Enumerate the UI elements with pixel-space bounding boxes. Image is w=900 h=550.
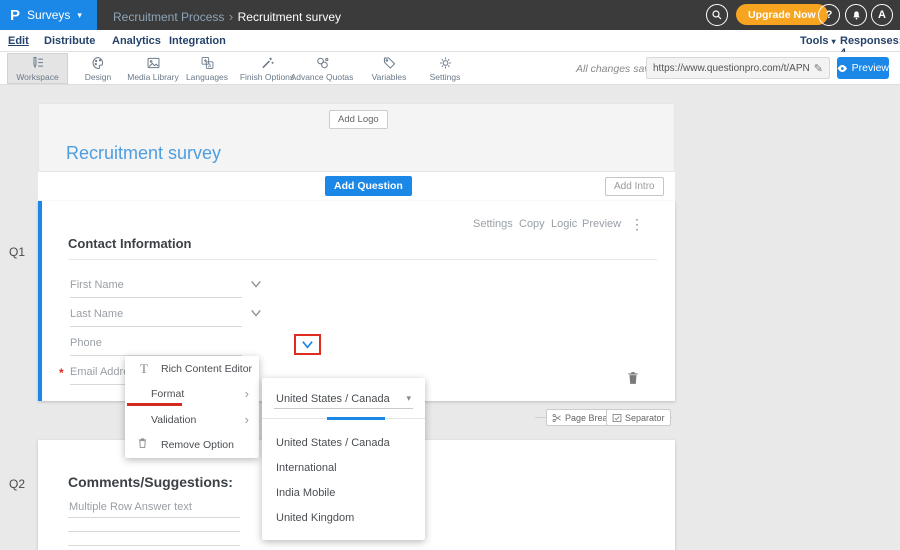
- menu-item-format[interactable]: Format ›: [125, 381, 259, 406]
- answer-underline: [68, 517, 240, 518]
- question-mark-icon: ?: [826, 9, 833, 21]
- q1-question-text[interactable]: Contact Information: [68, 236, 192, 251]
- avatar-initial: A: [878, 9, 886, 21]
- q1-copy-action[interactable]: Copy: [519, 218, 545, 230]
- breadcrumb-current: Recruitment survey: [238, 10, 341, 24]
- product-name: Surveys: [27, 8, 70, 22]
- question-number-q2: Q2: [9, 477, 25, 491]
- survey-link-field[interactable]: https://www.questionpro.com/t/APNrFZ ✎: [646, 57, 830, 79]
- languages-icon: A: [200, 56, 215, 70]
- workspace-icon: [30, 56, 45, 70]
- design-icon: [91, 56, 106, 70]
- advance-quotas-icon: [315, 56, 330, 70]
- media-library-icon: [146, 56, 161, 70]
- q1-field-first-name[interactable]: First Name: [70, 279, 124, 291]
- toolbar-item-design[interactable]: Design: [73, 53, 123, 84]
- menu-item-validation[interactable]: Validation ›: [125, 407, 259, 432]
- toolbar-item-workspace[interactable]: Workspace: [7, 53, 68, 84]
- add-intro-button[interactable]: Add Intro: [605, 177, 664, 196]
- format-option-international[interactable]: International: [276, 462, 337, 474]
- preview-button[interactable]: Preview: [837, 57, 889, 79]
- field-options-context-menu: T Rich Content Editor Format › Validatio…: [125, 356, 259, 458]
- menu-item-rich-content-editor[interactable]: T Rich Content Editor: [125, 356, 259, 381]
- survey-url: https://www.questionpro.com/t/APNrFZ: [653, 63, 810, 74]
- account-avatar[interactable]: A: [871, 4, 893, 26]
- tab-distribute[interactable]: Distribute: [44, 35, 95, 47]
- upgrade-now-button[interactable]: Upgrade Now: [736, 4, 828, 25]
- q1-field-last-name[interactable]: Last Name: [70, 308, 123, 320]
- answer-underline: [68, 531, 240, 532]
- chevron-down-icon: [249, 278, 263, 290]
- submenu-arrow-icon: ›: [245, 413, 249, 426]
- settings-icon: [438, 56, 453, 70]
- finish-options-icon: [260, 56, 275, 70]
- q1-heading-divider: [68, 259, 657, 260]
- section-tabs-bar: Edit Distribute Analytics Integration To…: [0, 30, 900, 52]
- chevron-down-icon: [249, 307, 263, 319]
- separator-icon: [612, 413, 622, 423]
- select-caret-icon: ▾: [406, 393, 411, 404]
- tab-edit[interactable]: Edit: [8, 35, 29, 47]
- required-marker: *: [59, 366, 64, 380]
- chevron-down-icon: ▾: [77, 10, 82, 21]
- top-navbar: P Surveys ▾ Recruitment Process › Recrui…: [0, 0, 900, 30]
- bell-icon: [851, 10, 862, 21]
- edit-url-icon[interactable]: ✎: [814, 62, 823, 75]
- questionpro-logo-icon: P: [10, 8, 20, 23]
- tools-menu[interactable]: Tools ▾: [800, 35, 836, 47]
- question-number-q1: Q1: [9, 245, 25, 259]
- field-underline: [70, 297, 242, 298]
- separator-button[interactable]: Separator: [606, 409, 671, 426]
- select-underline: [274, 408, 413, 409]
- chevron-down-icon: ▾: [832, 37, 836, 46]
- field-underline: [70, 326, 242, 327]
- format-option-us-canada[interactable]: United States / Canada: [276, 437, 390, 449]
- q1-field-first-name-dropdown[interactable]: [249, 278, 263, 290]
- add-question-button[interactable]: Add Question: [325, 176, 412, 196]
- app-window: P Surveys ▾ Recruitment Process › Recrui…: [0, 0, 900, 550]
- toolbar-item-media-library[interactable]: Media Library: [120, 53, 186, 84]
- trash-icon: [626, 370, 640, 386]
- format-option-india-mobile[interactable]: India Mobile: [276, 487, 335, 499]
- toolbar-item-advance-quotas[interactable]: Advance Quotas: [282, 53, 362, 84]
- format-select-value[interactable]: United States / Canada: [276, 393, 390, 405]
- q1-more-menu-icon[interactable]: ⋮: [630, 216, 644, 233]
- q1-field-last-name-dropdown[interactable]: [249, 307, 263, 319]
- breadcrumb-parent[interactable]: Recruitment Process: [113, 10, 224, 24]
- search-icon: [711, 9, 723, 21]
- toolbar-item-variables[interactable]: Variables: [361, 53, 417, 84]
- eye-icon: [837, 64, 848, 73]
- search-button[interactable]: [706, 4, 728, 26]
- breadcrumb: Recruitment Process › Recruitment survey: [113, 8, 341, 26]
- q1-field-phone[interactable]: Phone: [70, 337, 102, 349]
- q2-answer-placeholder[interactable]: Multiple Row Answer text: [69, 501, 192, 513]
- product-switcher[interactable]: P Surveys ▾: [0, 0, 97, 30]
- menu-item-remove-option[interactable]: Remove Option: [125, 432, 259, 457]
- help-button[interactable]: ?: [818, 4, 840, 26]
- variables-icon: [382, 56, 397, 70]
- tab-integration[interactable]: Integration: [169, 35, 226, 47]
- q1-delete-field-button[interactable]: [626, 370, 640, 386]
- q2-question-text[interactable]: Comments/Suggestions:: [68, 474, 233, 490]
- q1-logic-action[interactable]: Logic: [551, 218, 577, 230]
- tab-analytics[interactable]: Analytics: [112, 35, 161, 47]
- submenu-arrow-icon: ›: [245, 387, 249, 400]
- toolbar-item-languages[interactable]: A Languages: [182, 53, 232, 84]
- toolbar-item-settings[interactable]: Settings: [417, 53, 473, 84]
- chevron-down-icon: [300, 338, 315, 351]
- text-format-icon: T: [137, 361, 151, 377]
- survey-title[interactable]: Recruitment survey: [66, 143, 221, 164]
- q1-field-phone-dropdown[interactable]: [300, 338, 315, 351]
- answer-underline: [68, 545, 240, 546]
- q1-settings-action[interactable]: Settings: [473, 218, 513, 230]
- format-option-united-kingdom[interactable]: United Kingdom: [276, 512, 354, 524]
- active-indicator: [327, 417, 385, 420]
- add-logo-button[interactable]: Add Logo: [329, 110, 388, 129]
- format-submenu-panel: United States / Canada ▾ United States /…: [262, 378, 425, 540]
- notifications-button[interactable]: [845, 4, 867, 26]
- scissors-icon: [552, 413, 562, 423]
- trash-icon: [137, 437, 151, 449]
- breadcrumb-separator-icon: ›: [229, 9, 233, 24]
- q1-preview-action[interactable]: Preview: [582, 218, 621, 230]
